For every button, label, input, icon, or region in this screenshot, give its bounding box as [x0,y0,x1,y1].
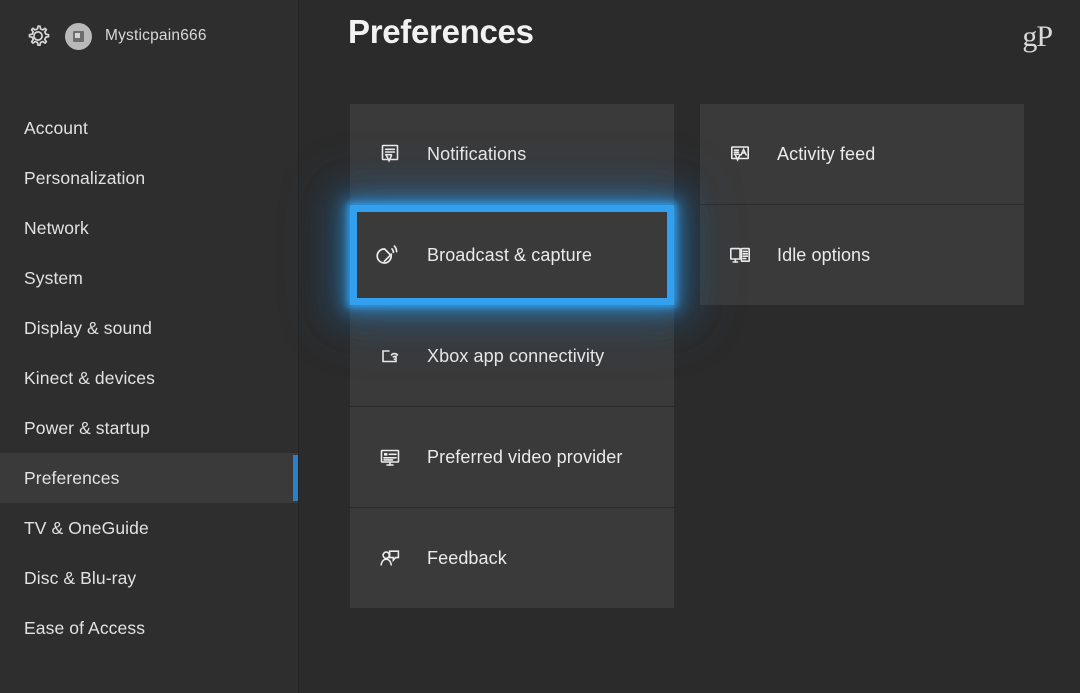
tile-broadcast-and-capture[interactable]: Broadcast & capture [350,205,674,305]
sidebar-item-network[interactable]: Network [0,203,298,253]
xbox-settings-window: Mysticpain666 Account Personalization Ne… [0,0,1080,693]
sidebar-item-label: Power & startup [24,417,150,438]
tile-activity-feed[interactable]: Activity feed [700,104,1024,204]
person-speech-bubble-icon [375,543,405,573]
tile-label: Broadcast & capture [427,244,592,265]
tile-column-right: Activity feed Idle options [700,104,1024,608]
page-title: Preferences [348,13,534,50]
sidebar-item-label: Display & sound [24,317,152,338]
selection-accent-bar [293,455,298,501]
sidebar-item-label: Preferences [24,467,120,488]
sidebar: Mysticpain666 Account Personalization Ne… [0,0,299,693]
feed-bubble-icon [725,139,755,169]
satellite-dish-icon [375,240,405,270]
tile-column-left: Notifications Broadcast & capture Xbox a… [350,104,674,608]
notification-bubble-icon [375,139,405,169]
sidebar-item-system[interactable]: System [0,253,298,303]
profile-bar: Mysticpain666 [0,0,298,72]
tile-label: Idle options [777,244,871,265]
tile-feedback[interactable]: Feedback [350,508,674,608]
avatar[interactable] [65,22,92,50]
avatar-glyph [73,30,84,42]
tile-notifications[interactable]: Notifications [350,104,674,204]
tile-preferred-video-provider[interactable]: Preferred video provider [350,407,674,507]
console-wifi-icon [375,341,405,371]
tile-label: Notifications [427,143,527,164]
tile-label: Feedback [427,547,507,568]
tile-label: Xbox app connectivity [427,345,605,366]
tile-idle-options[interactable]: Idle options [700,205,1024,305]
sidebar-item-preferences[interactable]: Preferences [0,453,298,503]
sidebar-item-account[interactable]: Account [0,103,298,153]
sidebar-item-tv-and-oneguide[interactable]: TV & OneGuide [0,503,298,553]
tile-xbox-app-connectivity[interactable]: Xbox app connectivity [350,306,674,406]
tile-label: Activity feed [777,143,876,164]
sidebar-item-display-and-sound[interactable]: Display & sound [0,303,298,353]
sidebar-item-kinect-and-devices[interactable]: Kinect & devices [0,353,298,403]
sidebar-item-label: Personalization [24,167,146,188]
sidebar-item-label: Disc & Blu-ray [24,567,137,588]
content-pane: Preferences gP Notifications Broadcast &… [299,0,1080,693]
sidebar-item-label: Ease of Access [24,617,146,638]
sidebar-item-label: Kinect & devices [24,367,155,388]
sidebar-item-label: System [24,267,83,288]
sidebar-item-ease-of-access[interactable]: Ease of Access [0,603,298,653]
sidebar-item-disc-and-blu-ray[interactable]: Disc & Blu-ray [0,553,298,603]
monitor-video-icon [375,442,405,472]
monitor-panel-icon [725,240,755,270]
sidebar-nav: Account Personalization Network System D… [0,103,298,653]
groovypost-watermark: gP [1022,20,1053,53]
sidebar-item-personalization[interactable]: Personalization [0,153,298,203]
gamertag-label: Mysticpain666 [105,27,207,44]
sidebar-item-label: TV & OneGuide [24,517,149,538]
gear-icon[interactable] [24,22,52,50]
tile-label: Preferred video provider [427,446,623,467]
sidebar-item-label: Account [24,117,88,138]
settings-tile-grid: Notifications Broadcast & capture Xbox a… [350,104,1024,608]
sidebar-item-power-and-startup[interactable]: Power & startup [0,403,298,453]
sidebar-item-label: Network [24,217,89,238]
